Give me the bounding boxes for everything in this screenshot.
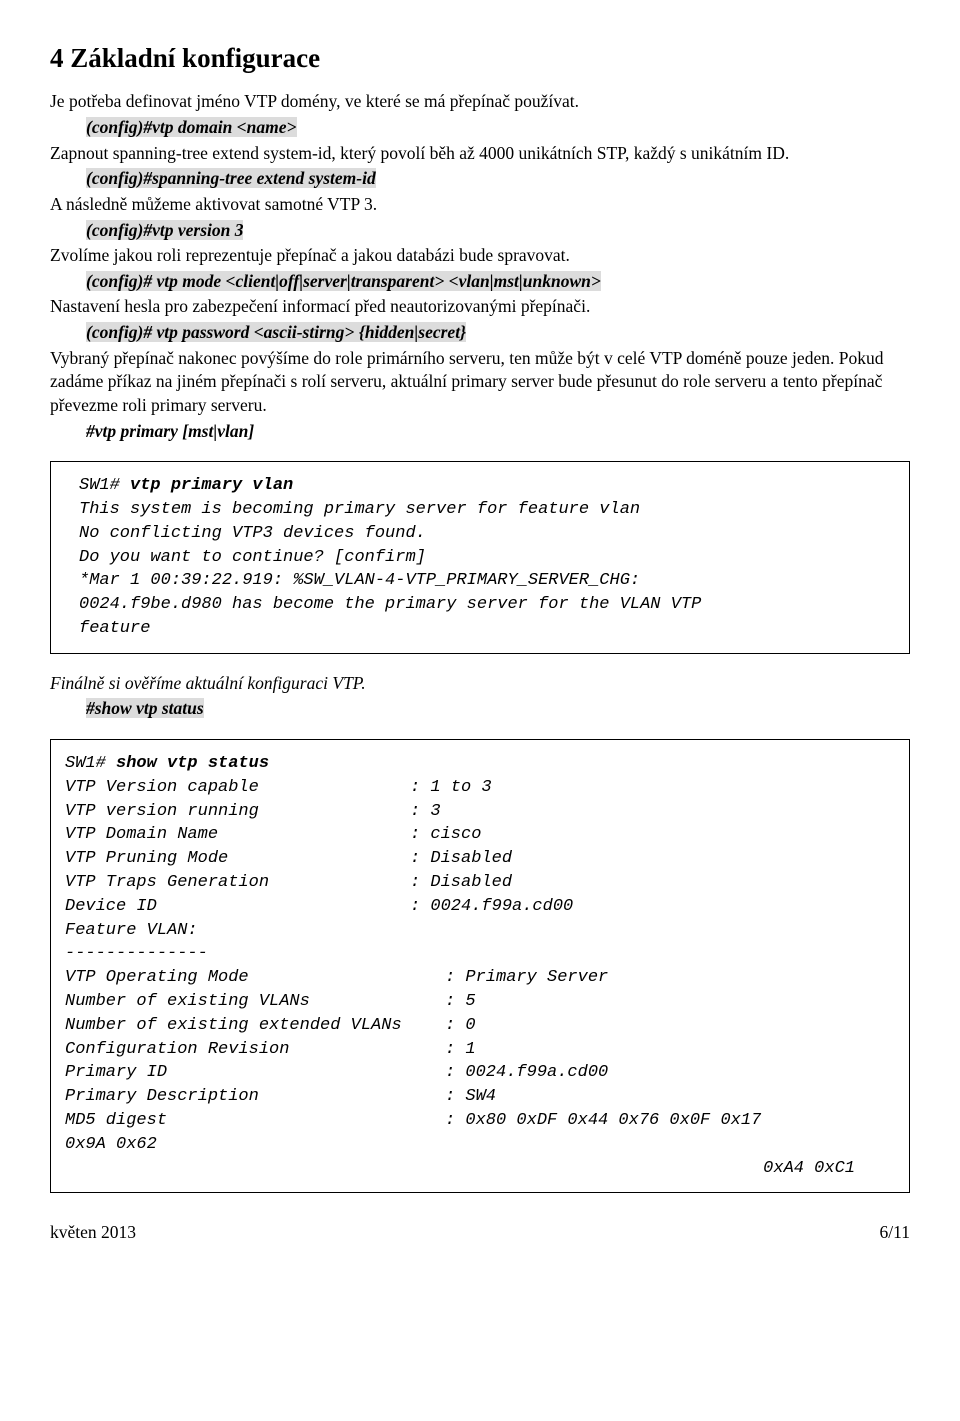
status-val: : 0024.f99a.cd00: [410, 895, 573, 919]
status-val: : 5: [445, 990, 476, 1014]
cmd-show-vtp-status: #show vtp status: [86, 698, 204, 718]
intro-paragraph: Je potřeba definovat jméno VTP domény, v…: [50, 90, 910, 114]
paragraph-activate-vtp3: A následně můžeme aktivovat samotné VTP …: [50, 193, 910, 217]
terminal-line: *Mar 1 00:39:22.919: %SW_VLAN-4-VTP_PRIM…: [79, 571, 640, 590]
status-val: : 0x80 0xDF 0x44 0x76 0x0F 0x17: [445, 1109, 761, 1133]
status-key: Primary Description: [65, 1085, 445, 1109]
status-key: VTP version running: [65, 800, 410, 824]
status-val: : 1 to 3: [410, 776, 492, 800]
status-val: : 0: [445, 1014, 476, 1038]
paragraph-primary-server: Vybraný přepínač nakonec povýšíme do rol…: [50, 347, 910, 418]
status-plain: --------------: [65, 944, 208, 963]
section-heading: 4 Základní konfigurace: [50, 40, 910, 76]
terminal-prompt: SW1#: [79, 476, 130, 495]
paragraph-password: Nastavení hesla pro zabezpečení informac…: [50, 295, 910, 319]
status-val: : 0024.f99a.cd00: [445, 1061, 608, 1085]
status-key: VTP Version capable: [65, 776, 410, 800]
status-val: : Primary Server: [445, 966, 608, 990]
status-key: MD5 digest: [65, 1109, 445, 1133]
terminal-line: Do you want to continue? [confirm]: [79, 548, 426, 567]
status-val: : 1: [445, 1038, 476, 1062]
status-key: Configuration Revision: [65, 1038, 445, 1062]
terminal-output-primary: SW1# vtp primary vlan This system is bec…: [50, 461, 910, 654]
status-plain: Feature VLAN:: [65, 921, 198, 940]
terminal-line: This system is becoming primary server f…: [79, 500, 640, 519]
cmd-vtp-primary: #vtp primary [mst|vlan]: [86, 421, 254, 441]
status-key: Number of existing VLANs: [65, 990, 445, 1014]
paragraph-role: Zvolíme jakou roli reprezentuje přepínač…: [50, 244, 910, 268]
status-tail: 0x9A 0x62: [65, 1135, 157, 1154]
terminal-command: vtp primary vlan: [130, 476, 293, 495]
status-val: : SW4: [445, 1085, 496, 1109]
status-key: Number of existing extended VLANs: [65, 1014, 445, 1038]
status-key: VTP Pruning Mode: [65, 847, 410, 871]
status-key: VTP Operating Mode: [65, 966, 445, 990]
status-key: Primary ID: [65, 1061, 445, 1085]
cmd-vtp-mode: (config)# vtp mode <client|off|server|tr…: [86, 271, 601, 291]
paragraph-final-verify: Finálně si ověříme aktuální konfiguraci …: [50, 672, 910, 696]
cmd-vtp-version: (config)#vtp version 3: [86, 220, 243, 240]
cmd-vtp-domain: (config)#vtp domain <name>: [86, 117, 297, 137]
status-val: : Disabled: [410, 847, 512, 871]
footer-page-number: 6/11: [880, 1221, 910, 1245]
terminal-prompt: SW1#: [65, 754, 116, 773]
status-val: : 3: [410, 800, 441, 824]
cmd-vtp-password: (config)# vtp password <ascii-stirng> {h…: [86, 322, 466, 342]
paragraph-stp: Zapnout spanning-tree extend system-id, …: [50, 142, 910, 166]
terminal-output-status: SW1# show vtp status VTP Version capable…: [50, 739, 910, 1193]
page-footer: květen 2013 6/11: [50, 1221, 910, 1245]
terminal-line: No conflicting VTP3 devices found.: [79, 524, 426, 543]
terminal-line: 0024.f9be.d980 has become the primary se…: [79, 595, 701, 614]
footer-date: květen 2013: [50, 1221, 136, 1245]
status-val: : cisco: [410, 823, 481, 847]
cmd-spanning-tree: (config)#spanning-tree extend system-id: [86, 168, 376, 188]
terminal-command: show vtp status: [116, 754, 269, 773]
terminal-line: feature: [79, 619, 150, 638]
status-val: : Disabled: [410, 871, 512, 895]
status-key: VTP Traps Generation: [65, 871, 410, 895]
status-key: VTP Domain Name: [65, 823, 410, 847]
status-tail: 0xA4 0xC1: [65, 1157, 895, 1181]
status-key: Device ID: [65, 895, 410, 919]
